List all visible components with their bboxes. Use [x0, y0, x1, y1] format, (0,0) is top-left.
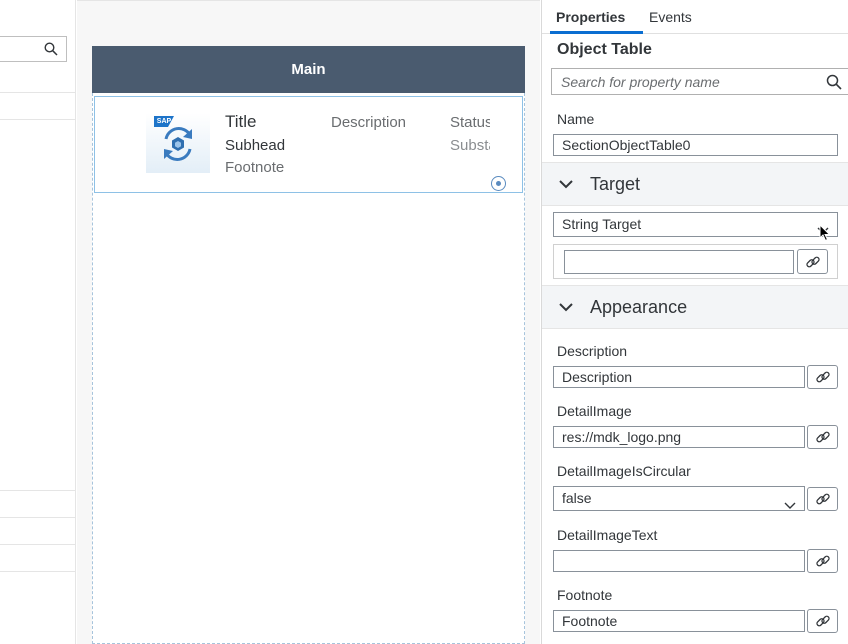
target-text-input[interactable] [564, 250, 794, 274]
tab-events[interactable]: Events [649, 9, 692, 25]
search-icon[interactable] [44, 42, 58, 61]
target-binding-box [553, 244, 838, 279]
name-label: Name [557, 111, 595, 127]
canvas-divider [77, 0, 540, 1]
detail-image: SAP [146, 113, 210, 173]
detail-image-circular-label: DetailImageIsCircular [557, 463, 691, 479]
chevron-down-icon[interactable] [558, 300, 574, 319]
design-canvas[interactable]: Main SAP Title Subhead Footnote Descript… [77, 0, 540, 644]
target-link-button[interactable] [797, 249, 828, 274]
property-search-input[interactable] [552, 69, 822, 94]
description-field[interactable]: Description [553, 366, 805, 388]
item-substatus: Substatus [450, 137, 490, 154]
outline-divider [0, 571, 76, 572]
footnote-field[interactable]: Footnote [553, 610, 805, 632]
link-icon [815, 431, 830, 443]
outline-divider [0, 490, 76, 491]
object-table-section[interactable]: SAP Title Subhead Footnote Description S… [94, 96, 523, 193]
panel-title: Object Table [557, 41, 652, 58]
chevron-down-icon[interactable] [784, 494, 796, 510]
cursor-icon [819, 224, 831, 242]
detail-image-label: DetailImage [557, 403, 632, 419]
item-description: Description [331, 114, 407, 131]
link-icon [815, 615, 830, 627]
group-target[interactable]: Target [542, 162, 848, 206]
panel-tabs: Properties Events [542, 0, 848, 34]
search-icon[interactable] [826, 74, 842, 95]
link-icon [815, 555, 830, 567]
group-appearance[interactable]: Appearance [542, 285, 848, 329]
detail-image-circular-value: false [562, 490, 592, 506]
properties-panel: Properties Events Object Table Name Sect… [541, 0, 848, 644]
active-tab-indicator [550, 31, 643, 34]
detail-image-text-field[interactable] [553, 550, 805, 572]
page-header-title: Main [291, 61, 326, 78]
outline-panel [0, 0, 76, 644]
detail-image-link-button[interactable] [807, 425, 838, 449]
group-appearance-title: Appearance [590, 297, 688, 317]
item-footnote: Footnote [225, 159, 285, 176]
item-subhead: Subhead [225, 137, 286, 154]
description-link-button[interactable] [807, 365, 838, 389]
name-field[interactable]: SectionObjectTable0 [553, 134, 838, 156]
property-search[interactable] [551, 68, 848, 95]
detail-image-field[interactable]: res://mdk_logo.png [553, 426, 805, 448]
link-icon [815, 493, 830, 505]
footnote-link-button[interactable] [807, 609, 838, 633]
outline-divider [0, 544, 76, 545]
app-root: Main SAP Title Subhead Footnote Descript… [0, 0, 848, 644]
target-select[interactable]: String Target [553, 212, 838, 237]
tab-properties[interactable]: Properties [556, 9, 625, 25]
outline-divider [0, 517, 76, 518]
chevron-down-icon[interactable] [558, 177, 574, 196]
detail-image-text-link-button[interactable] [807, 549, 838, 573]
detail-image-text-label: DetailImageText [557, 527, 658, 543]
detail-image-circular-select[interactable]: false [553, 486, 805, 511]
outline-divider [0, 92, 76, 93]
sync-icon [164, 127, 192, 161]
outline-divider [0, 119, 76, 120]
target-select-value: String Target [562, 216, 642, 232]
link-icon [815, 371, 830, 383]
outline-search-input[interactable] [0, 36, 67, 62]
group-target-title: Target [590, 174, 641, 194]
detail-image-circular-link-button[interactable] [807, 487, 838, 511]
item-title: Title [225, 112, 257, 131]
footnote-label: Footnote [557, 587, 613, 603]
radio-indicator-icon[interactable] [491, 176, 506, 191]
page-preview[interactable]: Main SAP Title Subhead Footnote Descript… [92, 46, 525, 644]
description-label: Description [557, 343, 628, 359]
page-header[interactable]: Main [92, 46, 525, 93]
item-status: Status [450, 114, 490, 131]
link-icon [805, 256, 820, 267]
